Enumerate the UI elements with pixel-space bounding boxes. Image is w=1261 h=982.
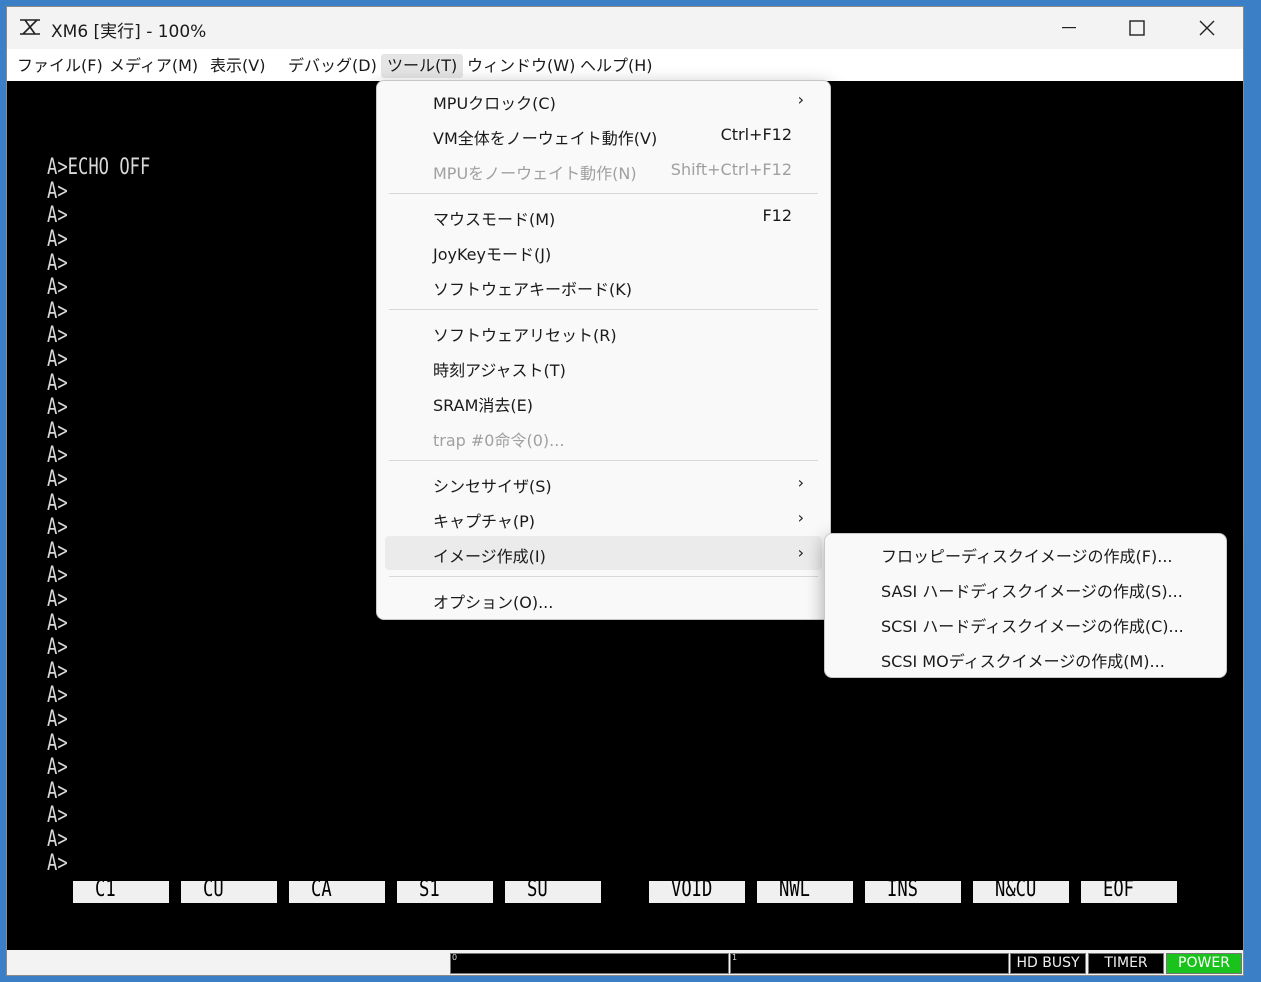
maximize-button[interactable] — [1103, 7, 1171, 49]
menu-item-trap0[interactable]: trap #0命令(0)... — [385, 420, 822, 454]
prompt-line: A> — [47, 251, 68, 276]
prompt-line: A> — [47, 635, 68, 660]
menu-file[interactable]: ファイル(F) — [11, 54, 109, 78]
menu-separator — [389, 309, 818, 310]
prompt-line: A> — [47, 659, 68, 684]
hd-busy-indicator: HD BUSY — [1010, 953, 1086, 974]
maximize-icon — [1129, 20, 1145, 36]
function-key-5: SU — [505, 877, 601, 903]
prompt-line: A> — [47, 755, 68, 780]
function-key-9: N&CU — [973, 877, 1069, 903]
menu-item-software-reset[interactable]: ソフトウェアリセット(R) — [385, 315, 822, 349]
prompt-line: A> — [47, 587, 68, 612]
prompt-line: A> — [47, 467, 68, 492]
menu-item-mpu-nowait[interactable]: MPUをノーウェイト動作(N) Shift+Ctrl+F12 — [385, 153, 822, 187]
menu-item-image-create[interactable]: イメージ作成(I) › — [385, 536, 822, 570]
close-icon — [1199, 20, 1215, 36]
prompt-line: A> — [47, 611, 68, 636]
window-title: XM6 [実行] - 100% — [51, 22, 207, 42]
menu-tools[interactable]: ツール(T) — [381, 54, 464, 78]
image-create-submenu: フロッピーディスクイメージの作成(F)... SASI ハードディスクイメージの… — [824, 533, 1227, 678]
status-bar: 0 1 HD BUSY TIMER POWER — [7, 950, 1243, 975]
submenu-item-scsi-mo-image[interactable]: SCSI MOディスクイメージの作成(M)... — [833, 641, 1218, 675]
menu-item-joykey-mode[interactable]: JoyKeyモード(J) — [385, 234, 822, 268]
prompt-line: A> — [47, 707, 68, 732]
prompt-line: A> — [47, 443, 68, 468]
close-button[interactable] — [1173, 7, 1241, 49]
minimize-icon — [1062, 27, 1076, 29]
prompt-line: A> — [47, 563, 68, 588]
prompt-line: A> — [47, 347, 68, 372]
status-field-1-label: 1 — [732, 953, 738, 962]
prompt-line: A> — [47, 203, 68, 228]
app-logo-icon — [20, 19, 40, 35]
power-indicator: POWER — [1166, 953, 1242, 974]
menu-item-capture[interactable]: キャプチャ(P) › — [385, 501, 822, 535]
menu-item-mpu-clock[interactable]: MPUクロック(C) › — [385, 83, 822, 117]
timer-indicator: TIMER — [1088, 953, 1164, 974]
menu-item-time-adjust[interactable]: 時刻アジャスト(T) — [385, 350, 822, 384]
menu-separator — [389, 193, 818, 194]
prompt-line: A> — [47, 515, 68, 540]
function-key-2: CU — [181, 877, 277, 903]
menu-item-mouse-mode[interactable]: マウスモード(M) F12 — [385, 199, 822, 233]
menu-window[interactable]: ウィンドウ(W) — [461, 54, 581, 78]
function-key-10: EOF — [1081, 877, 1177, 903]
prompt-line: A> — [47, 779, 68, 804]
function-key-7: NWL — [757, 877, 853, 903]
prompt-line: A> — [47, 371, 68, 396]
menu-media[interactable]: メディア(M) — [103, 54, 204, 78]
menu-item-options[interactable]: オプション(O)... — [385, 582, 822, 616]
prompt-line: A> — [47, 395, 68, 420]
submenu-item-sasi-image[interactable]: SASI ハードディスクイメージの作成(S)... — [833, 571, 1218, 605]
function-key-1: C1 — [73, 877, 169, 903]
chevron-right-icon: › — [797, 90, 804, 109]
status-field-0: 0 — [450, 953, 729, 974]
prompt-line: A> — [47, 299, 68, 324]
prompt-line: A> — [47, 803, 68, 828]
tools-menu: MPUクロック(C) › VM全体をノーウェイト動作(V) Ctrl+F12 MPU… — [376, 80, 831, 620]
chevron-right-icon: › — [797, 508, 804, 527]
menu-bar: ファイル(F) メディア(M) 表示(V) デバッグ(D) ツール(T) ウィン… — [7, 49, 1243, 81]
prompt-line: A> — [47, 419, 68, 444]
menu-separator — [389, 460, 818, 461]
minimize-button[interactable] — [1035, 7, 1103, 49]
prompt-line: A> — [47, 227, 68, 252]
menu-separator — [389, 576, 818, 577]
screen-line-echo: A>ECHO OFF — [47, 155, 151, 180]
function-key-3: CA — [289, 877, 385, 903]
prompt-line: A> — [47, 179, 68, 204]
menu-help[interactable]: ヘルプ(H) — [574, 54, 659, 78]
prompt-line: A> — [47, 323, 68, 348]
function-key-6: VOID — [649, 877, 745, 903]
title-bar[interactable]: XM6 [実行] - 100% — [7, 7, 1243, 49]
menu-debug[interactable]: デバッグ(D) — [282, 54, 383, 78]
menu-item-vm-nowait[interactable]: VM全体をノーウェイト動作(V) Ctrl+F12 — [385, 118, 822, 152]
prompt-line: A> — [47, 491, 68, 516]
function-key-8: INS — [865, 877, 961, 903]
status-field-1: 1 — [730, 953, 1009, 974]
menu-view[interactable]: 表示(V) — [204, 54, 271, 78]
menu-item-synthesizer[interactable]: シンセサイザ(S) › — [385, 466, 822, 500]
submenu-item-scsi-hd-image[interactable]: SCSI ハードディスクイメージの作成(C)... — [833, 606, 1218, 640]
chevron-right-icon: › — [797, 473, 804, 492]
prompt-line: A> — [47, 275, 68, 300]
prompt-line: A> — [47, 683, 68, 708]
prompt-line: A> — [47, 731, 68, 756]
function-key-4: S1 — [397, 877, 493, 903]
prompt-line: A> — [47, 827, 68, 852]
chevron-right-icon: › — [797, 543, 804, 562]
menu-item-software-keyboard[interactable]: ソフトウェアキーボード(K) — [385, 269, 822, 303]
submenu-item-floppy-image[interactable]: フロッピーディスクイメージの作成(F)... — [833, 536, 1218, 570]
prompt-line: A> — [47, 851, 68, 876]
prompt-line: A> — [47, 539, 68, 564]
status-field-0-label: 0 — [452, 953, 458, 962]
menu-item-sram-clear[interactable]: SRAM消去(E) — [385, 385, 822, 419]
